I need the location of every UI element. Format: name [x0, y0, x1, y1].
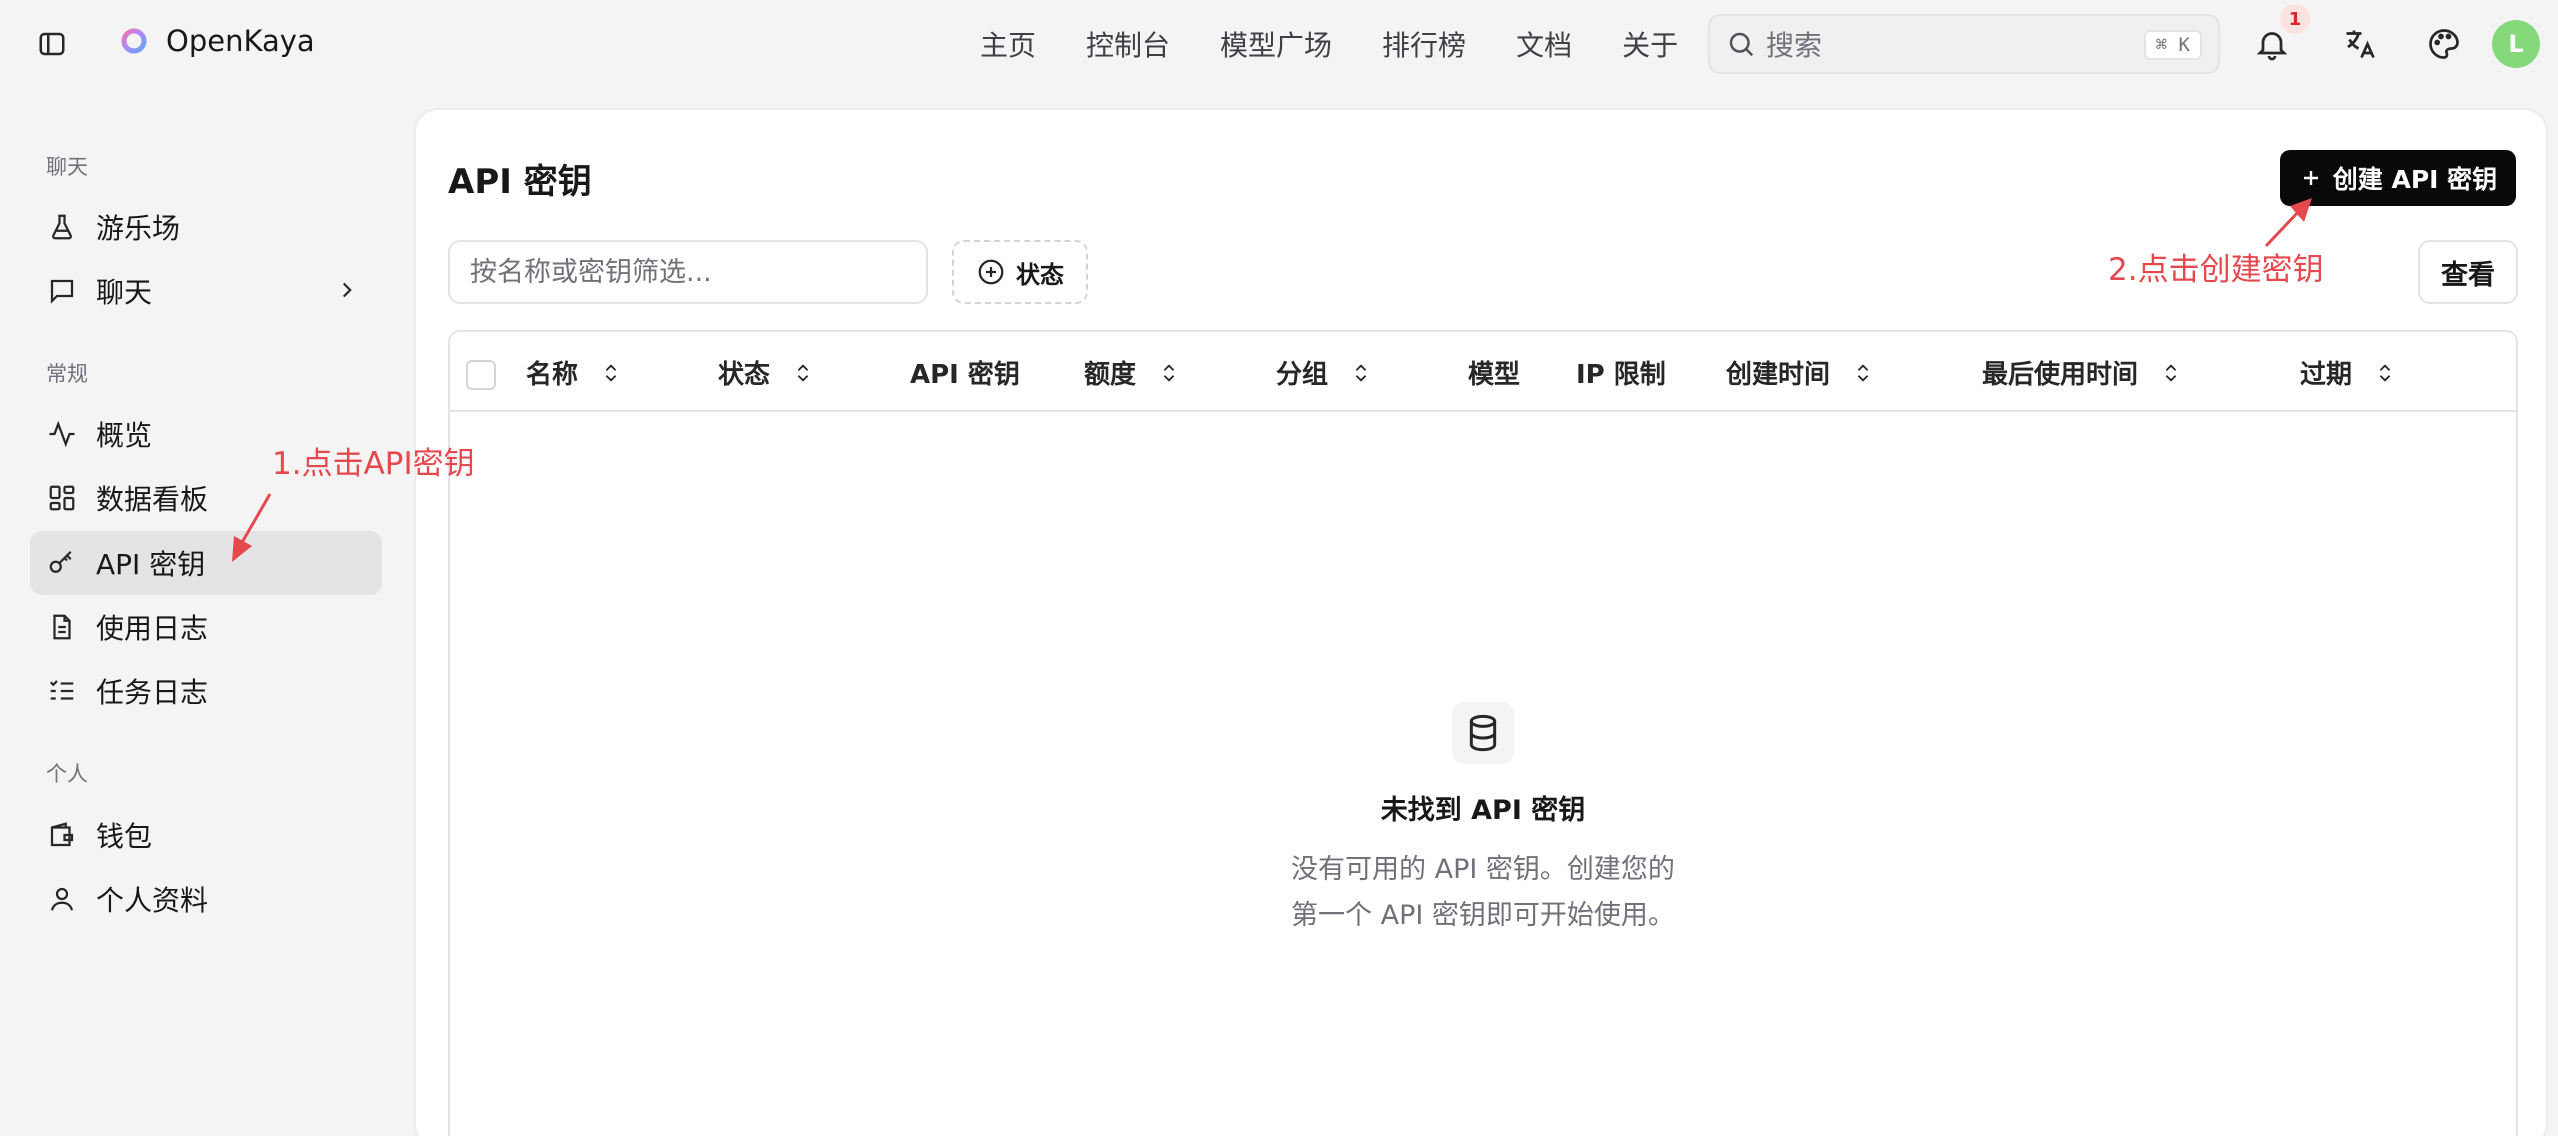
- col-created-label: 创建时间: [1726, 360, 1831, 390]
- col-group[interactable]: 分组: [1276, 354, 1372, 391]
- sidebar-item-playground[interactable]: 游乐场: [30, 195, 382, 259]
- col-expires[interactable]: 过期: [2300, 354, 2396, 391]
- sidebar-item-label: 个人资料: [96, 884, 209, 917]
- table-header: 名称 状态 API 密钥 额度 分组 模型 IP 限制 创建时间 最后使用时间 …: [450, 332, 2516, 412]
- chevron-right-icon: [334, 277, 360, 307]
- nav-about[interactable]: 关于: [1622, 24, 1678, 64]
- create-api-key-label: 创建 API 密钥: [2332, 165, 2498, 194]
- main-nav: 主页 控制台 模型广场 排行榜 文档 关于: [980, 24, 1678, 64]
- sidebar-item-profile[interactable]: 个人资料: [30, 867, 382, 931]
- wallet-icon: [46, 819, 78, 851]
- col-api-key-label: API 密钥: [910, 360, 1020, 390]
- col-ip-limit: IP 限制: [1576, 354, 1666, 391]
- col-last-used-label: 最后使用时间: [1982, 360, 2139, 390]
- nav-home[interactable]: 主页: [980, 24, 1036, 64]
- section-label-chat: 聊天: [46, 155, 88, 179]
- page-title: API 密钥: [448, 162, 592, 202]
- activity-icon: [46, 418, 78, 450]
- sidebar-item-label: 钱包: [96, 820, 153, 853]
- col-name-label: 名称: [526, 360, 579, 390]
- col-group-label: 分组: [1276, 360, 1329, 390]
- api-keys-table: 名称 状态 API 密钥 额度 分组 模型 IP 限制 创建时间 最后使用时间 …: [448, 330, 2518, 1136]
- brand-name: OpenKaya: [166, 24, 315, 58]
- sort-icon: [1355, 363, 1367, 382]
- empty-desc-line1: 没有可用的 API 密钥。创建您的: [1291, 854, 1675, 885]
- palette-icon[interactable]: [2420, 20, 2468, 68]
- sidebar-item-label: 游乐场: [96, 212, 181, 245]
- message-icon: [46, 275, 78, 307]
- status-filter-label: 状态: [1016, 260, 1064, 289]
- sidebar-item-label: API 密钥: [96, 548, 206, 581]
- plus-icon: [2303, 171, 2318, 185]
- sort-icon: [2379, 363, 2391, 382]
- empty-title: 未找到 API 密钥: [1380, 795, 1586, 826]
- col-last-used[interactable]: 最后使用时间: [1982, 354, 2182, 391]
- search-shortcut: ⌘ K: [2143, 30, 2202, 60]
- file-text-icon: [46, 611, 78, 643]
- col-status-label: 状态: [718, 360, 771, 390]
- user-icon: [46, 883, 78, 915]
- col-model-label: 模型: [1468, 360, 1521, 390]
- flask-icon: [46, 211, 78, 243]
- annotation-arrow-1: [232, 493, 272, 562]
- key-icon: [46, 547, 78, 579]
- select-all-checkbox[interactable]: [466, 360, 496, 390]
- sidebar-toggle-icon[interactable]: [36, 28, 68, 60]
- sidebar-item-api-keys[interactable]: API 密钥: [30, 531, 382, 595]
- avatar[interactable]: L: [2492, 20, 2540, 68]
- sort-icon: [1857, 363, 1869, 382]
- col-quota[interactable]: 额度: [1084, 354, 1180, 391]
- sidebar-item-label: 使用日志: [96, 612, 209, 645]
- brand-logo-icon: [121, 28, 147, 54]
- filter-field[interactable]: [470, 256, 906, 288]
- plus-circle-icon: [978, 259, 1004, 285]
- sidebar-item-label: 概览: [96, 419, 153, 452]
- empty-state: 未找到 API 密钥 没有可用的 API 密钥。创建您的 第一个 API 密钥即…: [450, 702, 2516, 939]
- section-label-general: 常规: [46, 362, 88, 386]
- dashboard-icon: [46, 482, 78, 514]
- section-label-personal: 个人: [46, 762, 88, 786]
- sort-icon: [797, 363, 809, 382]
- view-button[interactable]: 查看: [2418, 240, 2518, 304]
- annotation-step1: 1.点击API密钥: [272, 446, 475, 482]
- search-icon: [1729, 32, 1754, 57]
- nav-docs[interactable]: 文档: [1516, 24, 1572, 64]
- sidebar-item-task-logs[interactable]: 任务日志: [30, 659, 382, 723]
- filter-input[interactable]: [448, 240, 928, 304]
- top-bar: OpenKaya 主页 控制台 模型广场 排行榜 文档 关于 搜索 ⌘ K 1 …: [0, 0, 2558, 88]
- col-status[interactable]: 状态: [718, 354, 814, 391]
- search-placeholder: 搜索: [1766, 29, 1823, 62]
- col-created[interactable]: 创建时间: [1726, 354, 1874, 391]
- database-icon: [1452, 702, 1514, 764]
- notification-badge: 1: [2280, 4, 2310, 34]
- annotation-arrow-2: [2264, 198, 2312, 248]
- list-check-icon: [46, 675, 78, 707]
- brand[interactable]: OpenKaya: [118, 24, 315, 58]
- col-api-key: API 密钥: [910, 354, 1020, 391]
- translate-icon[interactable]: [2336, 20, 2384, 68]
- col-expires-label: 过期: [2300, 360, 2353, 390]
- sidebar: 聊天 游乐场 聊天 常规 概览 数据看板 API 密钥 使用日志 任务日志 个人…: [0, 88, 400, 1136]
- search-box[interactable]: 搜索 ⌘ K: [1708, 14, 2220, 74]
- nav-leaderboard[interactable]: 排行榜: [1382, 24, 1466, 64]
- empty-description: 没有可用的 API 密钥。创建您的 第一个 API 密钥即可开始使用。: [1263, 847, 1703, 939]
- sort-icon: [2165, 363, 2177, 382]
- empty-desc-line2: 第一个 API 密钥即可开始使用。: [1291, 900, 1675, 931]
- col-ip-limit-label: IP 限制: [1576, 360, 1666, 390]
- sidebar-item-usage-logs[interactable]: 使用日志: [30, 595, 382, 659]
- nav-console[interactable]: 控制台: [1086, 24, 1170, 64]
- status-filter-button[interactable]: 状态: [952, 240, 1088, 304]
- sidebar-item-label: 聊天: [96, 276, 153, 309]
- sidebar-item-label: 任务日志: [96, 676, 209, 709]
- sidebar-item-label: 数据看板: [96, 483, 209, 516]
- nav-models[interactable]: 模型广场: [1220, 24, 1332, 64]
- col-name[interactable]: 名称: [526, 354, 622, 391]
- col-quota-label: 额度: [1084, 360, 1137, 390]
- sidebar-item-chat[interactable]: 聊天: [30, 259, 382, 323]
- sort-icon: [605, 363, 617, 382]
- col-model: 模型: [1468, 354, 1520, 391]
- sort-icon: [1163, 363, 1175, 382]
- sidebar-item-wallet[interactable]: 钱包: [30, 803, 382, 867]
